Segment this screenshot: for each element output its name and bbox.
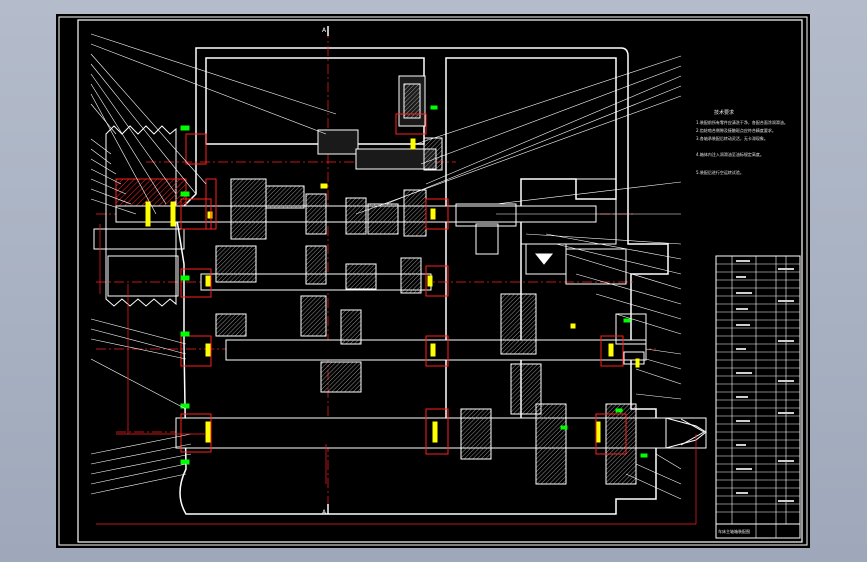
note-line-5: 5.装配后进行空运转试验。 <box>696 169 744 175</box>
note-line-2: 2.齿轮啮合侧隙及接触斑点应符合精度要求。 <box>696 127 776 133</box>
note-line-1: 1.装配前所有零件应清洗干净，各配合面涂润滑油。 <box>696 119 788 125</box>
assembly-drawing: A A 技术要求 1.装配前所有零件应清洗干净，各配合面涂润滑油。 2.齿轮啮合… <box>58 16 808 546</box>
note-line-3: 3.各轴承装配后转动灵活，无卡滞现象。 <box>696 135 768 141</box>
title-block-label: 车床主轴箱装配图 <box>718 528 750 534</box>
top-gears <box>317 75 443 171</box>
section-mark-bottom: A <box>322 509 327 516</box>
section-mark-top: A <box>322 27 327 34</box>
cad-viewport: A A 技术要求 1.装配前所有零件应清洗干净，各配合面涂润滑油。 2.齿轮啮合… <box>0 0 867 562</box>
notes-title: 技术要求 <box>714 109 734 116</box>
drawing-sheet: A A 技术要求 1.装配前所有零件应清洗干净，各配合面涂润滑油。 2.齿轮啮合… <box>56 14 810 548</box>
outer-frame <box>58 16 808 546</box>
parts-list <box>715 255 801 539</box>
note-line-4: 4.箱体内注入润滑油至油标规定高度。 <box>696 151 764 157</box>
technical-notes: 技术要求 1.装配前所有零件应清洗干净，各配合面涂润滑油。 2.齿轮啮合侧隙及接… <box>696 109 788 175</box>
